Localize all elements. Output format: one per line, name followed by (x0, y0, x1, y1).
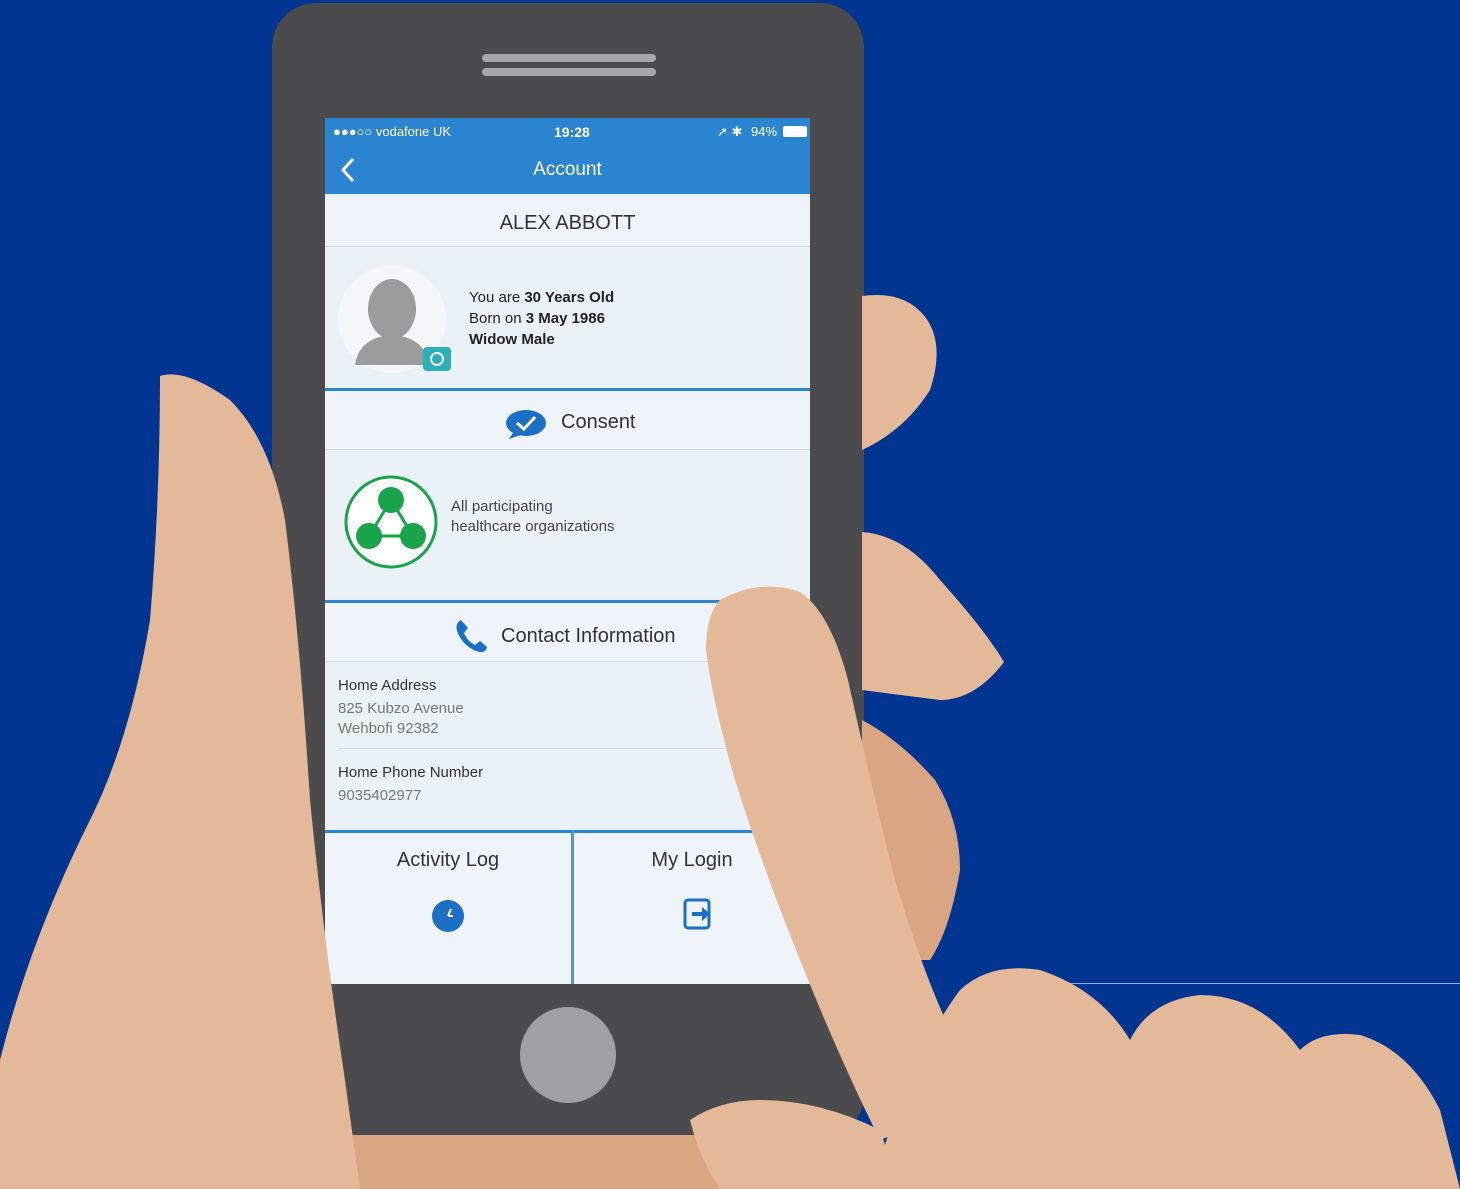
hands-illustration (0, 294, 1460, 1189)
right-hand (870, 968, 1460, 1189)
back-finger-top (862, 294, 937, 450)
left-hand (0, 374, 360, 1189)
back-finger-middle (862, 532, 1004, 700)
